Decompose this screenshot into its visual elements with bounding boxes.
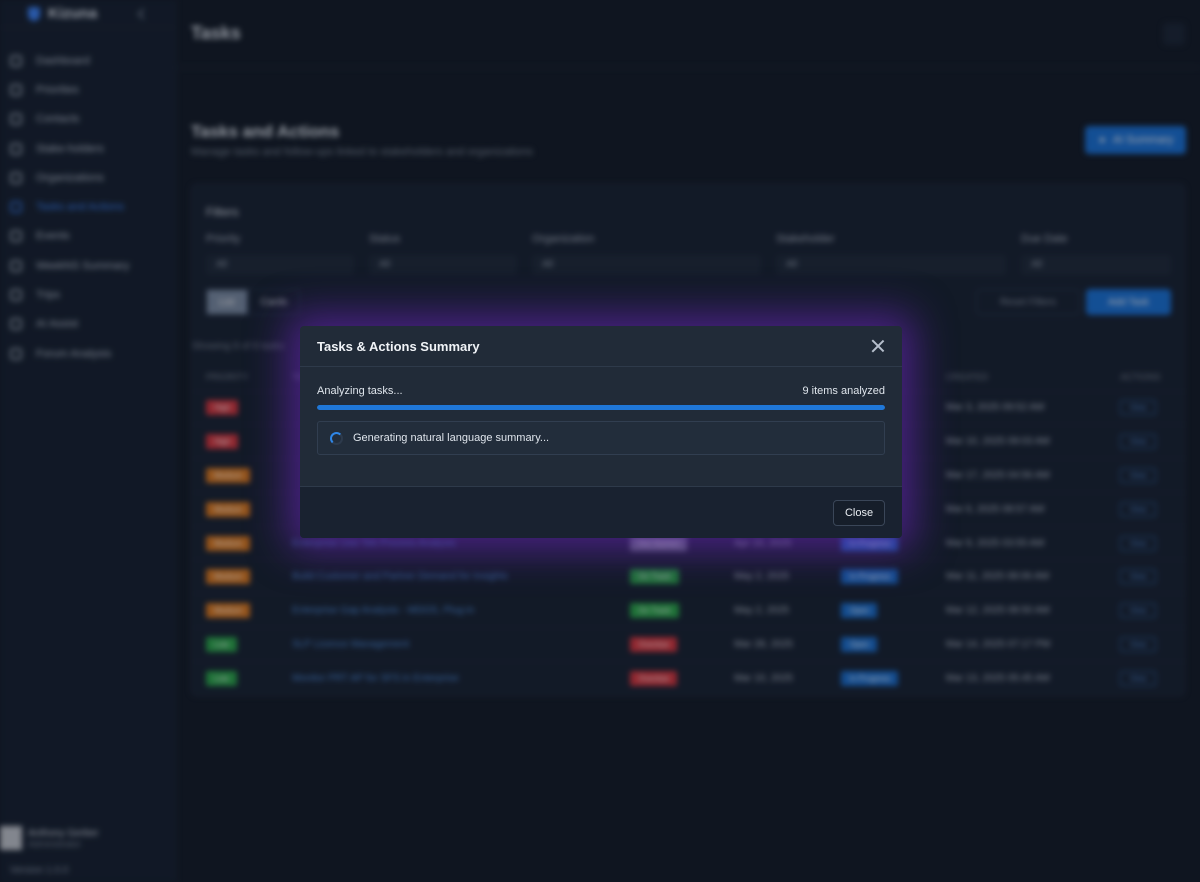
close-icon[interactable] xyxy=(871,339,885,353)
progress-row: Analyzing tasks... 9 items analyzed xyxy=(317,385,885,397)
progress-label: Analyzing tasks... xyxy=(317,385,403,397)
status-text: Generating natural language summary... xyxy=(353,432,550,444)
summary-modal: Tasks & Actions Summary Analyzing tasks.… xyxy=(300,326,902,538)
modal-title: Tasks & Actions Summary xyxy=(317,338,480,354)
items-analyzed-count: 9 items analyzed xyxy=(802,385,885,397)
spinner-icon xyxy=(330,431,343,445)
modal-body: Analyzing tasks... 9 items analyzed Gene… xyxy=(300,367,902,485)
close-button[interactable]: Close xyxy=(833,500,885,526)
progress-bar xyxy=(317,405,885,410)
status-box: Generating natural language summary... xyxy=(317,421,885,455)
modal-footer: Close xyxy=(300,486,902,538)
modal-header: Tasks & Actions Summary xyxy=(300,326,902,367)
progress-bar-fill xyxy=(317,405,885,410)
